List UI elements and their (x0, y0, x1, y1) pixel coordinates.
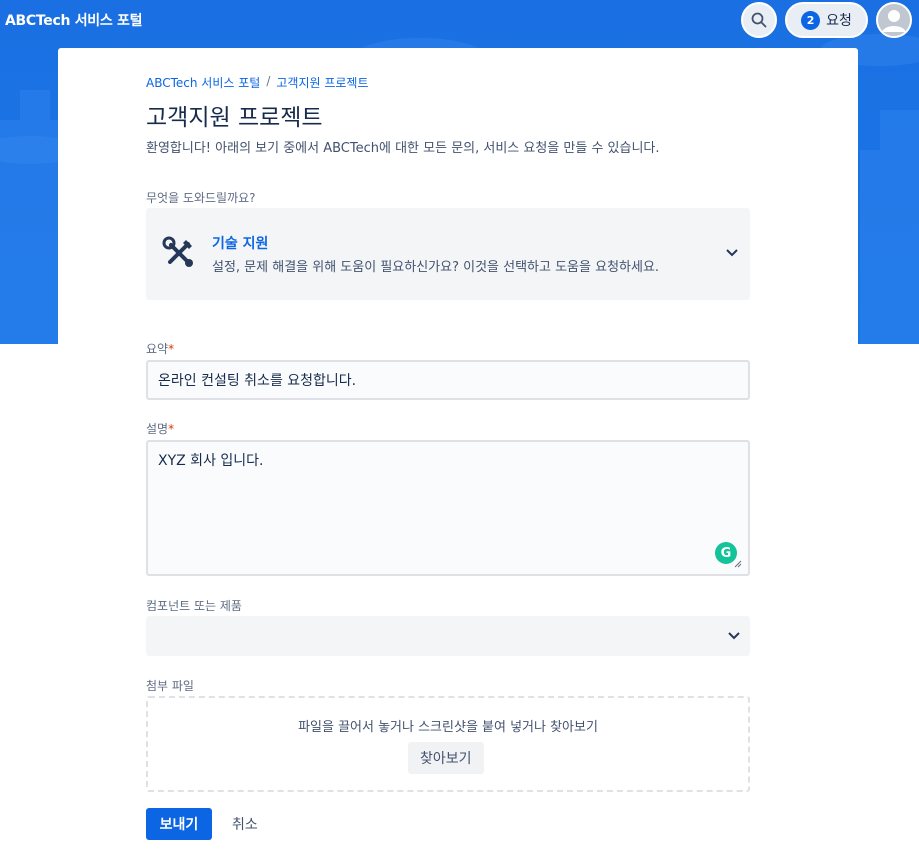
breadcrumb-separator: / (266, 74, 271, 88)
breadcrumb-portal-link[interactable]: ABCTech 서비스 포털 (146, 74, 260, 91)
browse-button[interactable]: 찾아보기 (408, 742, 484, 774)
request-type-selector[interactable]: 기술 지원 설정, 문제 해결을 위해 도움이 필요하신가요? 이것을 선택하고… (146, 208, 750, 300)
requests-button[interactable]: 2 요청 (785, 2, 868, 38)
request-type-label: 무엇을 도와드릴까요? (146, 191, 256, 205)
send-button[interactable]: 보내기 (146, 808, 212, 840)
summary-input[interactable]: 온라인 컨설팅 취소를 요청합니다. (146, 360, 750, 400)
breadcrumb-project-link[interactable]: 고객지원 프로젝트 (276, 74, 368, 91)
search-icon (751, 12, 767, 28)
summary-label: 요약* (146, 340, 174, 357)
required-mark: * (168, 422, 175, 436)
resize-handle-icon[interactable] (734, 560, 742, 568)
top-navigation-bar: ABCTech 서비스 포털 2 요청 (0, 0, 919, 40)
dropzone-text: 파일을 끌어서 놓거나 스크린샷을 붙여 넣거나 찾아보기 (298, 720, 598, 735)
requests-count-badge: 2 (801, 10, 821, 30)
breadcrumb: ABCTech 서비스 포털 / 고객지원 프로젝트 (146, 74, 369, 91)
portal-brand-link[interactable]: ABCTech 서비스 포털 (5, 10, 142, 30)
chevron-down-icon (728, 632, 740, 640)
search-button[interactable] (741, 2, 777, 38)
requests-label: 요청 (826, 13, 852, 29)
request-type-description: 설정, 문제 해결을 위해 도움이 필요하신가요? 이것을 선택하고 도움을 요… (212, 260, 660, 275)
attachment-dropzone[interactable]: 파일을 끌어서 놓거나 스크린샷을 붙여 넣거나 찾아보기 찾아보기 (146, 696, 750, 792)
avatar-icon (878, 4, 910, 36)
request-type-name: 기술 지원 (212, 236, 269, 252)
attachment-label: 첨부 파일 (146, 679, 194, 693)
description-textarea[interactable]: XYZ 회사 입니다. (146, 440, 750, 576)
chevron-down-icon (726, 249, 738, 257)
description-label: 설명* (146, 420, 174, 437)
required-mark: * (168, 342, 175, 356)
component-select[interactable] (146, 616, 750, 656)
summary-label-text: 요약 (146, 342, 169, 356)
description-label-text: 설명 (146, 422, 169, 436)
page-title: 고객지원 프로젝트 (146, 105, 323, 131)
welcome-text: 환영합니다! 아래의 보기 중에서 ABCTech에 대한 모든 문의, 서비스… (146, 141, 660, 156)
cancel-button[interactable]: 취소 (222, 808, 268, 840)
tools-icon (162, 236, 193, 267)
request-form-panel: ABCTech 서비스 포털 / 고객지원 프로젝트 고객지원 프로젝트 환영합… (58, 48, 858, 866)
component-label: 컴포넌트 또는 제품 (146, 599, 242, 613)
profile-avatar-button[interactable] (876, 2, 912, 38)
